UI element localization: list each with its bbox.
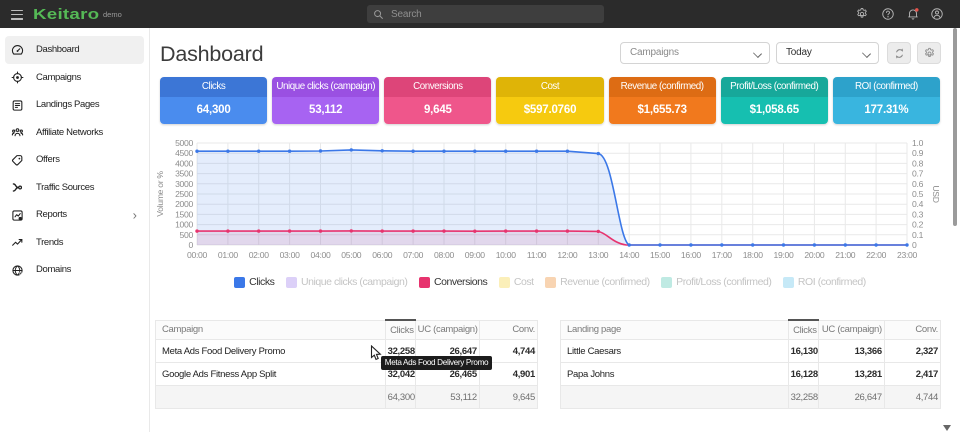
svg-text:00:00: 00:00 [187, 250, 208, 260]
svg-text:16:00: 16:00 [681, 250, 702, 260]
svg-text:06:00: 06:00 [372, 250, 393, 260]
svg-text:0.3: 0.3 [912, 209, 924, 219]
svg-text:2500: 2500 [175, 189, 193, 199]
svg-text:09:00: 09:00 [465, 250, 486, 260]
svg-text:0.7: 0.7 [912, 169, 924, 179]
svg-text:4500: 4500 [175, 148, 193, 158]
svg-text:500: 500 [180, 230, 194, 240]
svg-text:17:00: 17:00 [712, 250, 733, 260]
svg-text:0.9: 0.9 [912, 148, 924, 158]
svg-text:20:00: 20:00 [804, 250, 825, 260]
svg-text:0.6: 0.6 [912, 179, 924, 189]
svg-text:0.8: 0.8 [912, 158, 924, 168]
svg-text:11:00: 11:00 [527, 250, 547, 260]
svg-text:3000: 3000 [175, 179, 193, 189]
svg-text:5000: 5000 [175, 138, 193, 148]
svg-text:21:00: 21:00 [835, 250, 856, 260]
svg-text:3500: 3500 [175, 169, 193, 179]
svg-text:01:00: 01:00 [218, 250, 239, 260]
svg-text:13:00: 13:00 [588, 250, 609, 260]
svg-text:12:00: 12:00 [557, 250, 578, 260]
svg-text:07:00: 07:00 [403, 250, 424, 260]
svg-text:1000: 1000 [175, 220, 193, 230]
svg-text:1.0: 1.0 [912, 138, 924, 148]
svg-text:08:00: 08:00 [434, 250, 455, 260]
svg-text:03:00: 03:00 [280, 250, 301, 260]
svg-text:0: 0 [189, 240, 194, 250]
svg-text:02:00: 02:00 [249, 250, 270, 260]
svg-text:0.5: 0.5 [912, 189, 924, 199]
svg-text:05:00: 05:00 [341, 250, 362, 260]
svg-text:22:00: 22:00 [866, 250, 887, 260]
svg-text:14:00: 14:00 [619, 250, 640, 260]
svg-text:2000: 2000 [175, 199, 193, 209]
svg-text:0.4: 0.4 [912, 199, 924, 209]
svg-text:10:00: 10:00 [496, 250, 517, 260]
svg-text:USD: USD [931, 185, 941, 202]
svg-text:19:00: 19:00 [773, 250, 794, 260]
svg-text:0: 0 [912, 240, 917, 250]
svg-text:0.2: 0.2 [912, 220, 924, 230]
svg-text:4000: 4000 [175, 158, 193, 168]
svg-text:0.1: 0.1 [912, 230, 924, 240]
svg-text:1500: 1500 [175, 209, 193, 219]
svg-text:04:00: 04:00 [310, 250, 331, 260]
svg-text:18:00: 18:00 [743, 250, 764, 260]
svg-text:23:00: 23:00 [897, 250, 918, 260]
svg-text:Volume or %: Volume or % [155, 171, 165, 217]
svg-text:15:00: 15:00 [650, 250, 671, 260]
